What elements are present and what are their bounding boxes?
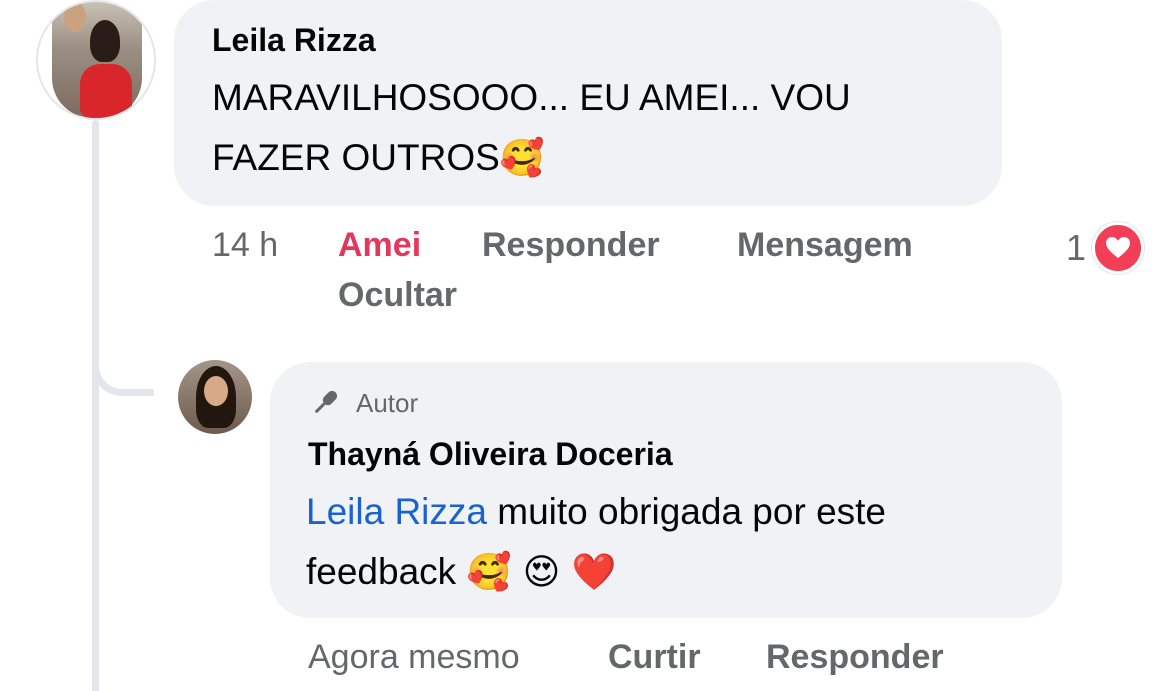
reply-emojis: 🥰 😍 ❤️ xyxy=(466,552,617,593)
hide-button[interactable]: Ocultar xyxy=(338,276,457,315)
comment-text: MARAVILHOSOOO... EU AMEI... VOU FAZER OU… xyxy=(212,68,992,189)
comment-author[interactable]: Leila Rizza xyxy=(212,22,376,59)
reaction-summary[interactable]: 1 xyxy=(1066,222,1145,274)
author-badge-label: Autor xyxy=(356,387,419,418)
avatar-person xyxy=(204,376,228,406)
reply-bubble: Autor Thayná Oliveira Doceria Leila Rizz… xyxy=(270,362,1062,618)
reply-author[interactable]: Thayná Oliveira Doceria xyxy=(308,436,673,473)
avatar-person xyxy=(64,2,86,32)
comment-thread: Leila Rizza MARAVILHOSOOO... EU AMEI... … xyxy=(0,0,1170,691)
comment-bubble: Leila Rizza MARAVILHOSOOO... EU AMEI... … xyxy=(174,0,1002,206)
microphone-icon xyxy=(314,390,338,414)
thread-branch xyxy=(92,300,154,396)
avatar[interactable] xyxy=(36,0,156,120)
reply-text-part1: muito obrigada por este xyxy=(486,491,886,532)
avatar-person xyxy=(80,64,132,118)
reaction-count: 1 xyxy=(1066,227,1087,268)
message-button[interactable]: Mensagem xyxy=(737,226,913,265)
mention-link[interactable]: Leila Rizza xyxy=(306,491,487,532)
like-button[interactable]: Curtir xyxy=(608,638,701,677)
reply-time: Agora mesmo xyxy=(308,638,520,676)
reply-text-part2: feedback xyxy=(306,551,467,592)
smiling-hearts-emoji: 🥰 xyxy=(499,138,545,179)
author-badge: Autor xyxy=(308,386,418,420)
reply-text: Leila Rizza muito obrigada por este feed… xyxy=(306,482,1046,603)
thread-line xyxy=(92,120,99,691)
reply-button[interactable]: Responder xyxy=(482,226,660,265)
comment-text-line2: FAZER OUTROS xyxy=(212,137,500,178)
heart-icon xyxy=(1092,222,1145,274)
comment-time: 14 h xyxy=(212,226,279,264)
avatar-person xyxy=(90,20,120,62)
reply-avatar[interactable] xyxy=(178,360,252,434)
love-button[interactable]: Amei xyxy=(338,226,421,265)
reply-reply-button[interactable]: Responder xyxy=(766,638,944,677)
comment-text-line1: MARAVILHOSOOO... EU AMEI... VOU xyxy=(212,77,851,118)
